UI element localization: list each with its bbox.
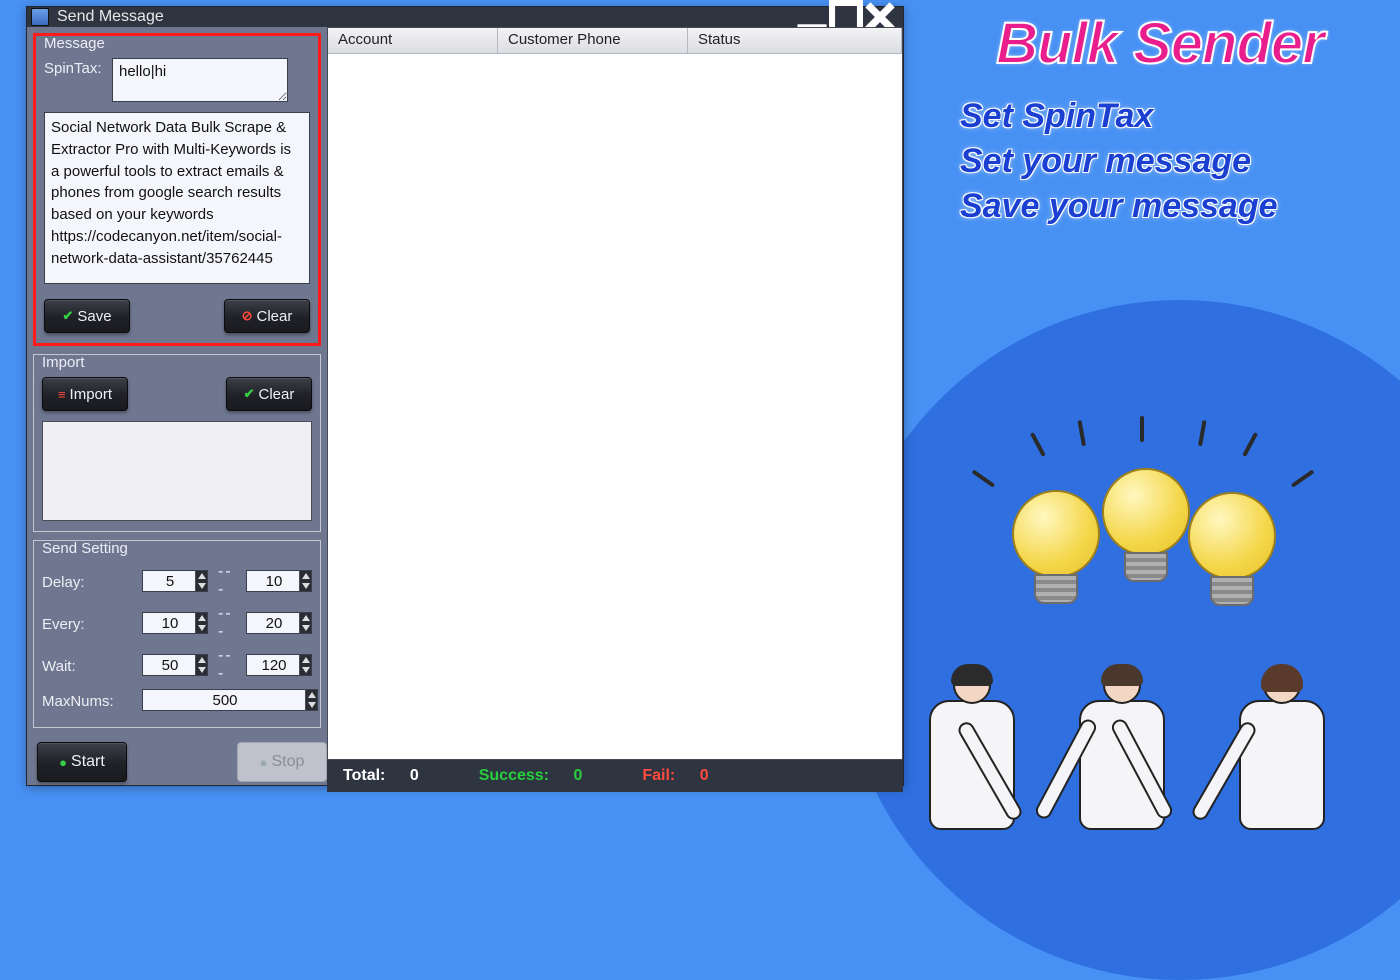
import-list[interactable] [42,421,312,521]
message-group: Message SpinTax: ✔ Save ⊘ Clear [33,33,321,346]
col-account[interactable]: Account [328,28,498,53]
spinner[interactable] [195,613,207,633]
range-separator: --- [218,605,236,641]
person-illustration [912,666,1032,830]
wait-label: Wait: [42,656,132,675]
promo-title: Bulk Sender [960,10,1360,77]
play-icon: ● [59,755,67,770]
send-setting-group: Send Setting Delay: --- Every: --- Wait: [33,540,321,728]
app-icon [31,8,49,26]
person-illustration [1062,666,1182,830]
stop-button-label: Stop [271,753,304,771]
total-value: 0 [410,767,419,784]
maxnums-input[interactable] [142,689,318,711]
message-body-input[interactable] [44,112,310,284]
message-legend: Message [42,35,107,52]
promo-line-2: Set your message [960,142,1360,181]
lightbulb-icon [1012,490,1100,610]
total-label: Total: [343,767,385,784]
window-title: Send Message [57,8,164,26]
main-pane: Account Customer Phone Status Total: 0 S… [327,27,903,792]
spintax-input[interactable] [112,58,288,102]
success-label: Success: [479,767,549,784]
save-button-label: Save [77,308,111,325]
check-icon: ✔ [244,386,255,402]
import-icon: ≡ [58,387,66,402]
person-illustration [1222,666,1342,830]
spinner[interactable] [195,571,207,591]
delay-label: Delay: [42,572,132,591]
start-button[interactable]: ● Start [37,742,127,782]
col-status[interactable]: Status [688,28,902,53]
illustration [892,430,1392,830]
spintax-label: SpinTax: [44,58,102,77]
clear-import-label: Clear [259,386,295,403]
spinner[interactable] [299,613,311,633]
status-bar: Total: 0 Success: 0 Fail: 0 [327,760,903,792]
stop-icon: ● [260,755,268,770]
results-table: Account Customer Phone Status [327,27,903,760]
maxnums-label: MaxNums: [42,691,132,710]
fail-label: Fail: [642,767,675,784]
send-setting-legend: Send Setting [40,540,130,557]
every-label: Every: [42,614,132,633]
promo-line-3: Save your message [960,187,1360,226]
success-value: 0 [573,767,582,784]
titlebar[interactable]: Send Message [27,7,903,27]
sidebar: Message SpinTax: ✔ Save ⊘ Clear [27,27,327,792]
table-header: Account Customer Phone Status [328,28,902,54]
stop-button[interactable]: ● Stop [237,742,327,782]
ban-icon: ⊘ [242,308,253,324]
spinner[interactable] [299,571,311,591]
minimize-button[interactable] [795,7,829,27]
spinner[interactable] [195,655,207,675]
lightbulb-icon [1102,468,1190,588]
fail-value: 0 [700,767,709,784]
col-customer-phone[interactable]: Customer Phone [498,28,688,53]
clear-message-label: Clear [257,308,293,325]
start-button-label: Start [71,753,105,771]
promo-line-1: Set SpinTax [960,97,1360,136]
clear-message-button[interactable]: ⊘ Clear [224,299,310,333]
promo-panel: Bulk Sender Set SpinTax Set your message… [960,10,1360,232]
table-body[interactable] [328,54,902,759]
maximize-button[interactable] [829,7,863,27]
app-window: Send Message Message SpinTax: ✔ Save [26,6,904,786]
range-separator: --- [218,563,236,599]
lightbulb-icon [1188,492,1276,612]
import-legend: Import [40,354,87,371]
import-group: Import ≡ Import ✔ Clear [33,354,321,532]
spinner[interactable] [299,655,311,675]
check-icon: ✔ [62,308,73,324]
import-button[interactable]: ≡ Import [42,377,128,411]
spinner[interactable] [305,690,317,710]
clear-import-button[interactable]: ✔ Clear [226,377,312,411]
save-button[interactable]: ✔ Save [44,299,130,333]
close-button[interactable] [863,7,897,27]
range-separator: --- [218,647,236,683]
import-button-label: Import [70,386,113,403]
